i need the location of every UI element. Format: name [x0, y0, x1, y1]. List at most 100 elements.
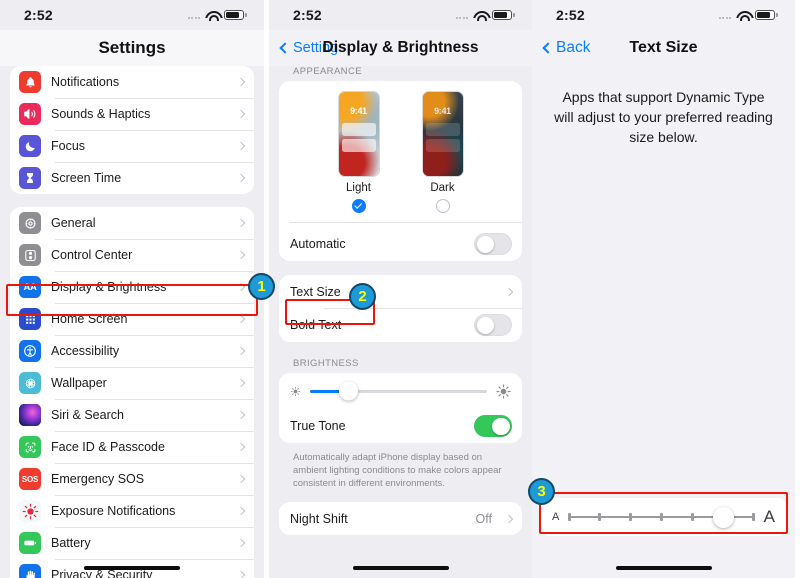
chevron-right-icon: [504, 514, 514, 524]
sidebar-item-notifications[interactable]: Notifications: [10, 66, 254, 98]
flower-icon: [19, 372, 41, 394]
sidebar-item-control-center[interactable]: Control Center: [10, 239, 254, 271]
sidebar-item-screen-time[interactable]: Screen Time: [10, 162, 254, 194]
chevron-right-icon: [236, 474, 246, 484]
chevron-right-icon: [236, 173, 246, 183]
sidebar-item-label: Screen Time: [51, 171, 122, 185]
signal-icon: [187, 11, 200, 19]
phone-screen-settings: 2:52 Settings Notifications Sounds & Hap…: [0, 0, 264, 578]
sidebar-item-label: General: [51, 216, 96, 230]
sidebar-item-display-brightness[interactable]: AA Display & Brightness: [10, 271, 254, 303]
true-tone-row[interactable]: True Tone: [279, 409, 522, 443]
battery-icon: [755, 10, 778, 20]
sidebar-item-wallpaper[interactable]: Wallpaper: [10, 367, 254, 399]
text-size-row[interactable]: Text Size: [279, 275, 522, 308]
bold-text-row[interactable]: Bold Text: [279, 308, 522, 342]
faceid-icon: [19, 436, 41, 458]
bold-text-toggle[interactable]: [474, 314, 512, 336]
annotation-badge-1: 1: [248, 273, 275, 300]
automatic-toggle[interactable]: [474, 233, 512, 255]
sliders-icon: [19, 244, 41, 266]
display-settings-list[interactable]: APPEARANCE 9:41 Light 9:41 Dark Automati…: [269, 66, 532, 536]
automatic-label: Automatic: [290, 237, 346, 251]
back-to-settings-button[interactable]: Settings: [279, 40, 345, 56]
appearance-option-dark[interactable]: 9:41 Dark: [421, 91, 464, 213]
true-tone-label: True Tone: [290, 419, 346, 433]
text-size-slider-thumb[interactable]: [713, 506, 735, 528]
sidebar-item-label: Emergency SOS: [51, 472, 145, 486]
brightness-slider-row[interactable]: [279, 373, 522, 409]
preview-time: 9:41: [350, 106, 367, 116]
text-size-slider[interactable]: [568, 506, 755, 528]
brightness-section-header: BRIGHTNESS: [293, 358, 359, 369]
text-group: Text Size Bold Text: [279, 275, 522, 342]
settings-list[interactable]: Notifications Sounds & Haptics Focus Scr…: [0, 66, 264, 578]
night-shift-group: Night Shift Off: [279, 502, 522, 536]
sidebar-item-label: Sounds & Haptics: [51, 107, 151, 121]
home-indicator: [352, 566, 449, 570]
chevron-right-icon: [236, 77, 246, 87]
text-size-nav-bar: Back Text Size: [532, 30, 795, 66]
battery-icon: [492, 10, 515, 20]
status-indicators: [187, 10, 247, 21]
battery-icon: [224, 10, 247, 20]
sidebar-item-sounds-haptics[interactable]: Sounds & Haptics: [10, 98, 254, 130]
brightness-slider[interactable]: [310, 381, 487, 401]
brightness-group: True Tone: [279, 373, 522, 443]
dark-radio[interactable]: [435, 199, 450, 213]
settings-nav-bar: Settings: [0, 30, 264, 66]
back-button[interactable]: Back: [542, 39, 591, 57]
status-indicators: [718, 10, 778, 21]
automatic-row[interactable]: Automatic: [279, 227, 522, 261]
chevron-right-icon: [236, 109, 246, 119]
sidebar-item-label: Face ID & Passcode: [51, 440, 165, 454]
battery-settings-icon: [19, 532, 41, 554]
status-bar: 2:52: [0, 0, 264, 30]
chevron-right-icon: [236, 442, 246, 452]
chevron-right-icon: [236, 378, 246, 388]
sidebar-item-face-id-passcode[interactable]: Face ID & Passcode: [10, 431, 254, 463]
sidebar-item-accessibility[interactable]: Accessibility: [10, 335, 254, 367]
moon-icon: [19, 135, 41, 157]
chevron-right-icon: [236, 141, 246, 151]
true-tone-toggle[interactable]: [474, 415, 512, 437]
hourglass-icon: [19, 167, 41, 189]
settings-group-1: Notifications Sounds & Haptics Focus Scr…: [10, 66, 254, 194]
light-radio[interactable]: [351, 199, 366, 213]
sos-icon: SOS: [19, 468, 41, 490]
appearance-section-header: APPEARANCE: [293, 66, 362, 77]
sidebar-item-label: Home Screen: [51, 312, 128, 326]
brightness-slider-thumb[interactable]: [339, 381, 359, 401]
back-label: Back: [556, 39, 591, 56]
sidebar-item-label: Focus: [51, 139, 86, 153]
brightness-low-icon: [289, 385, 302, 398]
appearance-option-light[interactable]: 9:41 Light: [337, 91, 380, 213]
sidebar-item-siri-search[interactable]: Siri & Search: [10, 399, 254, 431]
dark-preview-thumbnail: 9:41: [421, 91, 464, 177]
status-time: 2:52: [24, 7, 53, 23]
sidebar-item-battery[interactable]: Battery: [10, 527, 254, 559]
sidebar-item-general[interactable]: General: [10, 207, 254, 239]
chevron-left-icon: [542, 42, 554, 54]
status-bar: 2:52: [532, 0, 795, 30]
night-shift-row[interactable]: Night Shift Off: [279, 502, 522, 536]
text-size-slider-row[interactable]: A A: [540, 498, 787, 536]
wifi-icon: [736, 10, 750, 21]
phone-screen-text-size: 2:52 Back Text Size Apps that support Dy…: [532, 0, 795, 578]
chevron-right-icon: [236, 314, 246, 324]
bold-text-label: Bold Text: [290, 318, 342, 332]
sidebar-item-emergency-sos[interactable]: SOS Emergency SOS: [10, 463, 254, 495]
sidebar-item-home-screen[interactable]: Home Screen: [10, 303, 254, 335]
wifi-icon: [205, 10, 219, 21]
page-title: Settings: [98, 38, 166, 57]
chevron-right-icon: [236, 538, 246, 548]
chevron-right-icon: [504, 287, 514, 296]
hand-icon: [19, 564, 41, 578]
phone-screen-display-brightness: 2:52 Settings Display & Brightness APPEA…: [269, 0, 532, 578]
sidebar-item-focus[interactable]: Focus: [10, 130, 254, 162]
status-time: 2:52: [556, 7, 585, 23]
accessibility-icon: [19, 340, 41, 362]
speaker-icon: [19, 103, 41, 125]
text-size-label: Text Size: [290, 284, 341, 299]
sidebar-item-exposure-notifications[interactable]: Exposure Notifications: [10, 495, 254, 527]
